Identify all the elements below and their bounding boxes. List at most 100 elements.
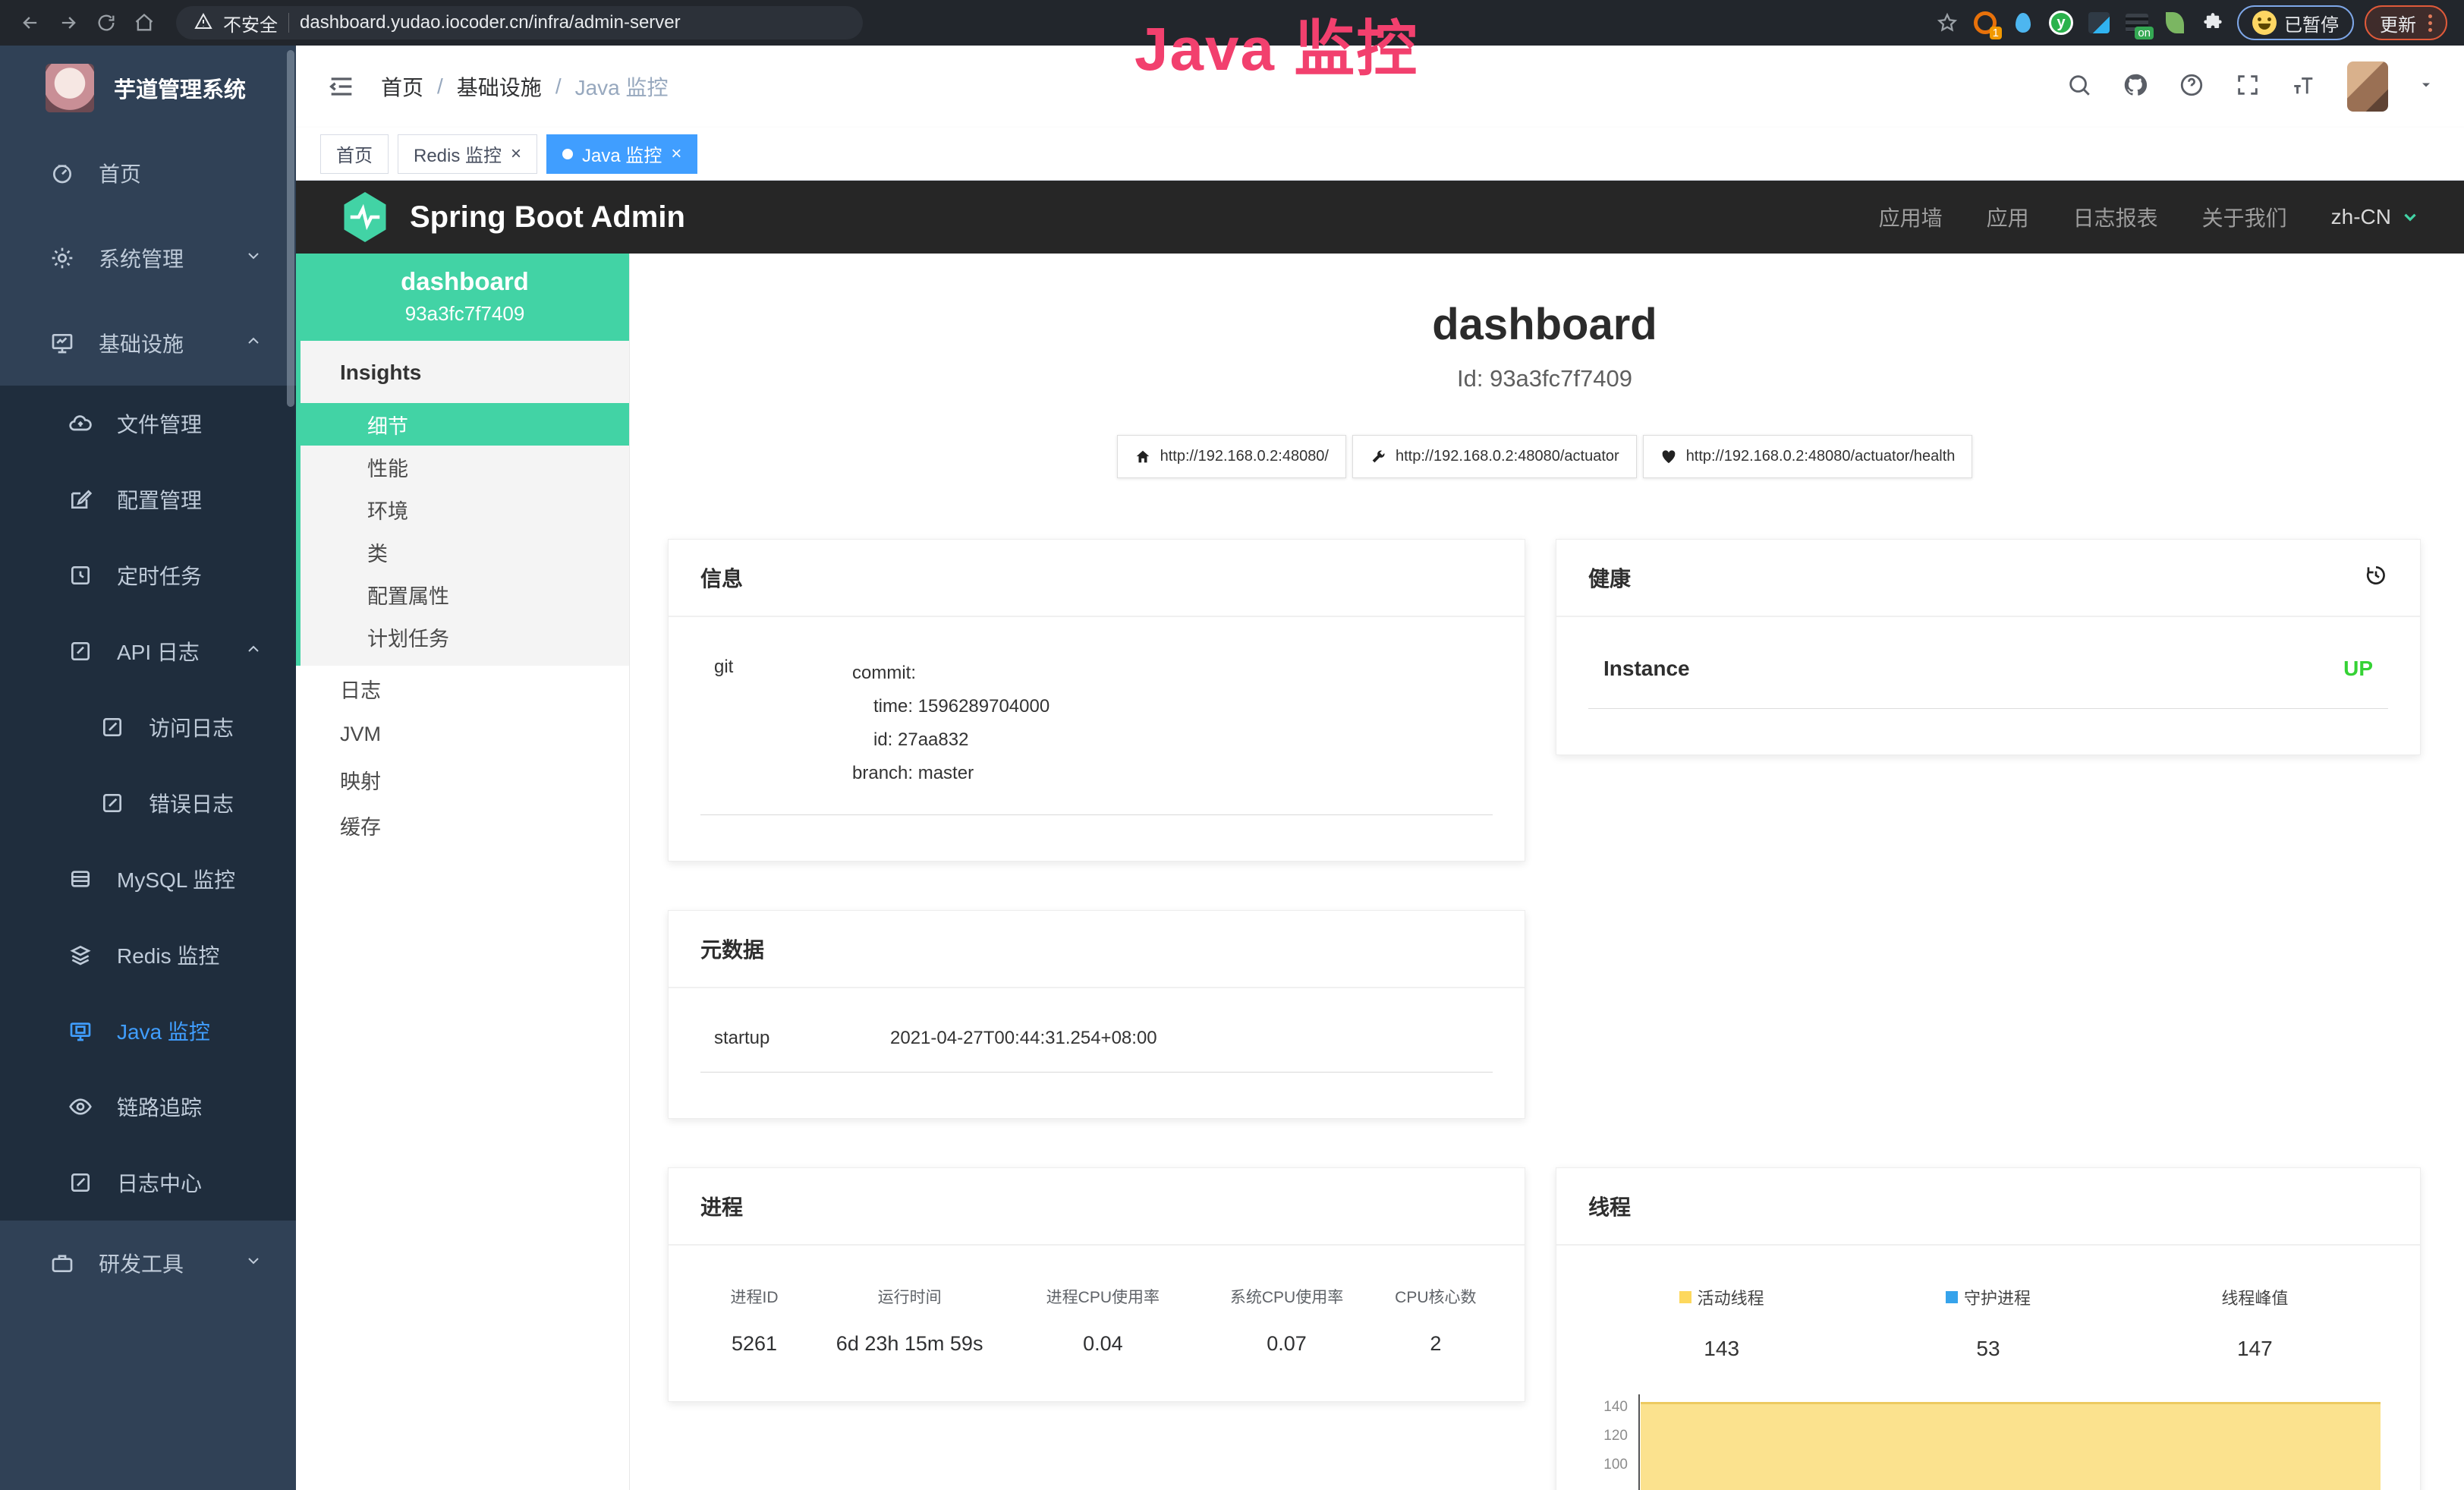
instance-home-link[interactable]: http://192.168.0.2:48080/ xyxy=(1117,435,1346,478)
sidebar-item-infra[interactable]: 基础设施 xyxy=(0,301,296,386)
panel-metadata: 元数据 startup 2021-04-27T00:44:31.254+08:0… xyxy=(668,910,1525,1119)
reload-icon[interactable] xyxy=(93,9,120,36)
sba-brand[interactable]: Spring Boot Admin xyxy=(340,190,685,244)
process-col-proc-cpu: 进程CPU使用率 xyxy=(1011,1285,1194,1308)
sba-item-environment[interactable]: 环境 xyxy=(301,488,629,531)
sba-language-select[interactable]: zh-CN xyxy=(2331,205,2420,229)
browser-menu-icon[interactable] xyxy=(2428,14,2432,32)
process-col-pid: 进程ID xyxy=(700,1285,808,1308)
sidebar-item-access-log[interactable]: 访问日志 xyxy=(0,689,296,765)
update-browser-button[interactable]: 更新 xyxy=(2365,5,2447,40)
gear-icon xyxy=(50,246,74,270)
sidebar-item-log-center[interactable]: 日志中心 xyxy=(0,1145,296,1221)
sba-app-block[interactable]: dashboard 93a3fc7f7409 xyxy=(296,254,629,341)
panel-threads: 线程 活动线程 143 守护进程 xyxy=(1556,1167,2421,1490)
cloud-upload-icon xyxy=(68,411,93,436)
sba-nav-about[interactable]: 关于我们 xyxy=(2202,202,2287,232)
extension-leaf-icon[interactable] xyxy=(2161,9,2189,36)
sidebar-item-mysql-monitor[interactable]: MySQL 监控 xyxy=(0,841,296,917)
bookmark-star-icon[interactable] xyxy=(1934,9,1961,36)
sba-item-metrics[interactable]: 性能 xyxy=(301,446,629,488)
sba-logo-icon xyxy=(340,190,390,244)
extension-on-badge: on xyxy=(2135,27,2154,39)
sidebar-item-trace[interactable]: 链路追踪 xyxy=(0,1069,296,1145)
breadcrumb-home[interactable]: 首页 xyxy=(381,71,423,102)
sidebar-item-dev-tools[interactable]: 研发工具 xyxy=(0,1221,296,1306)
fullscreen-icon[interactable] xyxy=(2235,72,2261,102)
font-size-icon[interactable] xyxy=(2291,72,2317,102)
forward-icon[interactable] xyxy=(55,9,82,36)
breadcrumb-infra[interactable]: 基础设施 xyxy=(457,71,542,102)
chevron-down-icon xyxy=(244,1251,263,1275)
sidebar-item-error-log[interactable]: 错误日志 xyxy=(0,765,296,841)
threads-chart: 140 120 100 xyxy=(1588,1394,2388,1490)
legend-live-value: 143 xyxy=(1588,1337,1855,1361)
extension-grid-icon[interactable] xyxy=(2085,9,2113,36)
panel-process-header: 进程 xyxy=(669,1168,1525,1246)
sba-item-scheduled-tasks[interactable]: 计划任务 xyxy=(301,616,629,658)
sba-nav-wallboard[interactable]: 应用墙 xyxy=(1879,202,1943,232)
sidebar-scrollbar[interactable] xyxy=(287,50,294,407)
sidebar-item-java-monitor[interactable]: Java 监控 xyxy=(0,993,296,1069)
briefcase-icon xyxy=(50,1251,74,1275)
metadata-value: 2021-04-27T00:44:31.254+08:00 xyxy=(890,1028,1157,1049)
extension-badge: 1 xyxy=(1990,27,2002,39)
sidebar-item-file-management[interactable]: 文件管理 xyxy=(0,386,296,461)
desktop-icon xyxy=(68,1019,93,1043)
sidebar-item-home[interactable]: 首页 xyxy=(0,131,296,216)
legend-live-threads: 活动线程 143 xyxy=(1588,1285,1855,1361)
help-icon[interactable] xyxy=(2179,72,2204,102)
sba-group-label: Insights xyxy=(301,341,629,403)
sba-item-mappings[interactable]: 映射 xyxy=(296,757,629,802)
sba-item-caches[interactable]: 缓存 xyxy=(296,802,629,848)
history-icon[interactable] xyxy=(2364,563,2388,593)
sba-item-config-props[interactable]: 配置属性 xyxy=(301,573,629,616)
instance-id: Id: 93a3fc7f7409 xyxy=(668,365,2422,392)
app-logo-row: 芋道管理系统 xyxy=(0,46,296,131)
sba-nav-applications[interactable]: 应用 xyxy=(1987,202,2029,232)
instance-health-link[interactable]: http://192.168.0.2:48080/actuator/health xyxy=(1643,435,1973,478)
sba-nav-journal[interactable]: 日志报表 xyxy=(2073,202,2158,232)
profile-paused-pill[interactable]: 已暂停 xyxy=(2237,5,2354,40)
instance-actuator-link[interactable]: http://192.168.0.2:48080/actuator xyxy=(1352,435,1637,478)
extension-switch-icon[interactable]: on xyxy=(2123,9,2151,36)
hamburger-icon[interactable] xyxy=(326,70,360,103)
home-icon[interactable] xyxy=(131,9,158,36)
tab-redis-monitor[interactable]: Redis 监控 × xyxy=(398,134,537,174)
metadata-startup-row: startup 2021-04-27T00:44:31.254+08:00 xyxy=(700,1028,1493,1073)
extension-updater-icon[interactable]: 1 xyxy=(1972,9,1999,36)
extensions-puzzle-icon[interactable] xyxy=(2199,9,2226,36)
avatar-caret-icon[interactable] xyxy=(2418,77,2434,96)
process-val-sys-cpu: 0.07 xyxy=(1194,1332,1378,1356)
close-icon[interactable]: × xyxy=(671,145,681,163)
extension-y-icon[interactable]: y xyxy=(2047,9,2075,36)
extension-pin-icon[interactable] xyxy=(2009,9,2037,36)
sidebar-item-system[interactable]: 系统管理 xyxy=(0,216,296,301)
sba-item-details[interactable]: 细节 xyxy=(296,403,629,446)
health-instance-row: Instance UP xyxy=(1588,657,2388,709)
legend-daemon-threads: 守护进程 53 xyxy=(1855,1285,2121,1361)
panel-health-header: 健康 xyxy=(1556,540,2420,617)
sidebar-item-api-log[interactable]: API 日志 xyxy=(0,613,296,689)
legend-peak-threads: 线程峰值 147 xyxy=(2122,1285,2388,1361)
user-avatar[interactable] xyxy=(2347,61,2388,112)
sba-item-logs[interactable]: 日志 xyxy=(296,666,629,711)
panel-threads-header: 线程 xyxy=(1556,1168,2420,1246)
dashboard-icon xyxy=(50,161,74,185)
address-bar[interactable]: 不安全 dashboard.yudao.iocoder.cn/infra/adm… xyxy=(176,6,863,39)
search-icon[interactable] xyxy=(2066,72,2092,102)
tab-home[interactable]: 首页 xyxy=(320,134,389,174)
profile-emoji-icon xyxy=(2252,11,2277,35)
sidebar: 芋道管理系统 首页 系统管理 基础设施 文件管理 xyxy=(0,46,296,1490)
close-icon[interactable]: × xyxy=(511,145,521,163)
sba-item-jvm[interactable]: JVM xyxy=(296,711,629,757)
process-col-cores: CPU核心数 xyxy=(1379,1285,1493,1308)
health-status-badge: UP xyxy=(2343,657,2373,681)
back-icon[interactable] xyxy=(17,9,44,36)
sba-item-classes[interactable]: 类 xyxy=(301,531,629,573)
sidebar-item-redis-monitor[interactable]: Redis 监控 xyxy=(0,917,296,993)
tab-java-monitor[interactable]: Java 监控 × xyxy=(546,134,697,174)
sidebar-item-config-management[interactable]: 配置管理 xyxy=(0,461,296,537)
sidebar-item-scheduled-jobs[interactable]: 定时任务 xyxy=(0,537,296,613)
github-icon[interactable] xyxy=(2123,72,2148,102)
